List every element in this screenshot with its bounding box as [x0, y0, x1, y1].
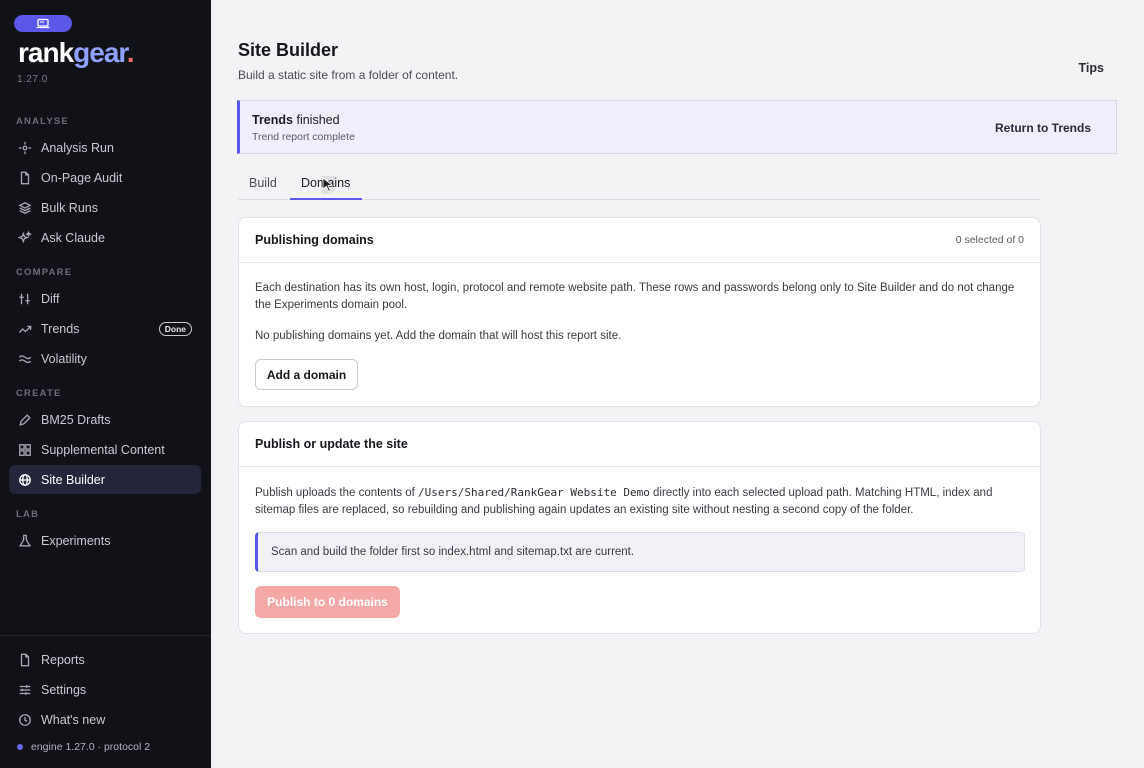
sliders-icon — [17, 291, 33, 307]
sidebar-item-trends[interactable]: Trends Done — [9, 314, 201, 343]
app-version: 1.27.0 — [17, 74, 48, 85]
notice-title: Trends finished — [252, 113, 340, 127]
sidebar-item-label: Bulk Runs — [41, 200, 98, 215]
card-header: Publishing domains 0 selected of 0 — [239, 218, 1040, 263]
page-title: Site Builder — [238, 40, 339, 60]
sidebar-item-supplemental-content[interactable]: Supplemental Content — [9, 435, 201, 464]
app-logo: rankgear. — [18, 37, 135, 68]
laptop-icon — [36, 18, 50, 29]
sidebar-item-label: Experiments — [41, 533, 111, 548]
sidebar-item-label: Ask Claude — [41, 230, 105, 245]
document-icon — [17, 170, 33, 186]
settings-icon — [17, 682, 33, 698]
grid-icon — [17, 442, 33, 458]
section-create: CREATE — [16, 388, 62, 399]
publishing-domains-card: Publishing domains 0 selected of 0 Each … — [238, 217, 1041, 407]
sidebar-item-label: Site Builder — [41, 472, 105, 487]
device-badge — [14, 15, 72, 32]
add-domain-button[interactable]: Add a domain — [255, 359, 358, 390]
sidebar-item-on-page-audit[interactable]: On-Page Audit — [9, 163, 201, 192]
sidebar-item-label: Supplemental Content — [41, 442, 165, 457]
stars-icon — [17, 230, 33, 246]
sidebar-item-label: Volatility — [41, 351, 87, 366]
sidebar-item-whats-new[interactable]: What's new — [9, 705, 201, 734]
status-badge: Done — [158, 322, 192, 336]
tab-build[interactable]: Build — [249, 176, 277, 190]
sidebar-item-diff[interactable]: Diff — [9, 284, 201, 313]
build-first-callout: Scan and build the folder first so index… — [255, 532, 1025, 572]
sparkle-icon — [17, 140, 33, 156]
flask-icon — [17, 533, 33, 549]
mouse-cursor-icon — [314, 170, 338, 199]
card-header: Publish or update the site — [239, 422, 1040, 467]
section-compare: COMPARE — [16, 267, 73, 278]
sidebar-item-label: Trends — [41, 321, 80, 336]
sidebar-divider — [0, 635, 211, 636]
section-lab: LAB — [16, 509, 40, 520]
engine-status: engine 1.27.0 · protocol 2 — [17, 741, 150, 753]
wave-icon — [17, 351, 33, 367]
clock-icon — [17, 712, 33, 728]
publish-card: Publish or update the site Publish uploa… — [238, 421, 1041, 634]
folder-path: /Users/Shared/RankGear Website Demo — [418, 486, 650, 499]
globe-icon — [17, 472, 33, 488]
sidebar-item-label: BM25 Drafts — [41, 412, 111, 427]
card-title: Publishing domains — [255, 233, 374, 247]
page-subtitle: Build a static site from a folder of con… — [238, 68, 459, 82]
sidebar-item-site-builder[interactable]: Site Builder — [9, 465, 201, 494]
selection-count: 0 selected of 0 — [955, 234, 1024, 246]
layers-icon — [17, 200, 33, 216]
sidebar: rankgear. 1.27.0 ANALYSE Analysis Run On… — [0, 0, 211, 768]
tips-button[interactable]: Tips — [1079, 61, 1104, 75]
sidebar-item-label: Settings — [41, 682, 87, 697]
completion-notice: Trends finished Trend report complete Re… — [237, 100, 1117, 154]
main-content: Site Builder Build a static site from a … — [211, 0, 1144, 768]
card-title: Publish or update the site — [255, 437, 408, 451]
sidebar-item-analysis-run[interactable]: Analysis Run — [9, 133, 201, 162]
empty-state-text: No publishing domains yet. Add the domai… — [255, 330, 622, 342]
domains-description: Each destination has its own host, login… — [255, 282, 1015, 311]
tab-bar: Build Domains — [238, 170, 1041, 200]
sidebar-item-label: Reports — [41, 652, 85, 667]
pencil-icon — [17, 412, 33, 428]
publish-button[interactable]: Publish to 0 domains — [255, 586, 400, 618]
sidebar-item-volatility[interactable]: Volatility — [9, 344, 201, 373]
sidebar-item-bm25-drafts[interactable]: BM25 Drafts — [9, 405, 201, 434]
section-analyse: ANALYSE — [16, 116, 69, 127]
document-icon — [17, 652, 33, 668]
sidebar-item-label: Analysis Run — [41, 140, 114, 155]
sidebar-item-label: On-Page Audit — [41, 170, 123, 185]
notice-detail: Trend report complete — [252, 131, 355, 143]
sidebar-item-experiments[interactable]: Experiments — [9, 526, 201, 555]
sidebar-item-settings[interactable]: Settings — [9, 675, 201, 704]
status-dot-icon — [17, 744, 23, 750]
sidebar-item-reports[interactable]: Reports — [9, 645, 201, 674]
sidebar-item-label: Diff — [41, 291, 60, 306]
engine-label: engine 1.27.0 · protocol 2 — [31, 741, 151, 753]
publish-description: Publish uploads the contents of /Users/S… — [255, 486, 993, 516]
trend-icon — [17, 321, 33, 337]
sidebar-item-ask-claude[interactable]: Ask Claude — [9, 223, 201, 252]
return-to-trends-button[interactable]: Return to Trends — [995, 121, 1091, 135]
sidebar-item-bulk-runs[interactable]: Bulk Runs — [9, 193, 201, 222]
sidebar-item-label: What's new — [41, 712, 106, 727]
